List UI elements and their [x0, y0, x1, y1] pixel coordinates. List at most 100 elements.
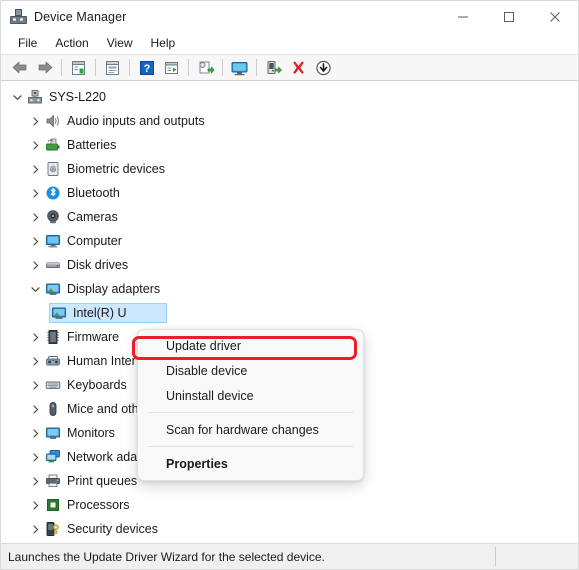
chevron-right-icon[interactable]	[27, 421, 43, 445]
tree-row[interactable]: Bluetooth	[1, 181, 578, 205]
tree-row-label: Firmware	[67, 330, 120, 344]
uninstall-device-icon[interactable]	[286, 56, 311, 79]
tree-row[interactable]: SYS-L220	[1, 85, 578, 109]
chevron-right-icon[interactable]	[27, 325, 43, 349]
tree-row-label: Disk drives	[67, 258, 129, 272]
chevron-right-icon[interactable]	[27, 445, 43, 469]
tree-row[interactable]: Batteries	[1, 133, 578, 157]
chevron-right-icon[interactable]	[27, 397, 43, 421]
fingerprint-icon	[43, 157, 63, 181]
context-menu-item-disable-device[interactable]: Disable device	[138, 358, 363, 383]
tree-row-label: Keyboards	[67, 378, 127, 392]
chevron-right-icon[interactable]	[27, 469, 43, 493]
title-bar: Device Manager	[1, 1, 578, 32]
chevron-right-icon[interactable]	[27, 253, 43, 277]
tree-row-label: Processors	[67, 498, 130, 512]
svg-text:?: ?	[143, 63, 150, 75]
chevron-right-icon[interactable]	[27, 373, 43, 397]
context-menu-item-label: Scan for hardware changes	[166, 422, 319, 437]
tree-row-label: Print queues	[67, 474, 138, 488]
toolbar: ?	[1, 54, 578, 81]
show-hide-console-tree-icon[interactable]	[66, 56, 91, 79]
camera-icon	[43, 205, 63, 229]
tree-row-label: SYS-L220	[49, 90, 106, 104]
status-bar: Launches the Update Driver Wizard for th…	[1, 543, 578, 569]
tree-row[interactable]: Biometric devices	[1, 157, 578, 181]
tree-row[interactable]: Computer	[1, 229, 578, 253]
back-arrow-icon[interactable]	[7, 56, 32, 79]
context-menu-item-properties[interactable]: Properties	[138, 451, 363, 476]
tree-row[interactable]: Processors	[1, 493, 578, 517]
tree-row[interactable]: Cameras	[1, 205, 578, 229]
context-menu-item-update-driver[interactable]: Update driver	[132, 333, 363, 360]
printer-icon	[43, 469, 63, 493]
chevron-down-icon[interactable]	[9, 85, 25, 109]
help-icon[interactable]: ?	[134, 56, 159, 79]
context-menu-item-label: Update driver	[166, 338, 242, 353]
processor-icon	[43, 493, 63, 517]
maximize-icon[interactable]	[486, 1, 532, 32]
chevron-right-icon[interactable]	[27, 229, 43, 253]
tree-row-label: Bluetooth	[67, 186, 120, 200]
scan-hardware-changes-icon[interactable]	[227, 56, 252, 79]
context-menu-separator	[148, 412, 353, 413]
tree-row[interactable]: Display adapters	[1, 277, 578, 301]
menu-bar: File Action View Help	[1, 32, 578, 54]
enable-device-icon[interactable]	[261, 56, 286, 79]
properties-icon[interactable]	[100, 56, 125, 79]
context-menu-separator	[148, 446, 353, 447]
tree-row[interactable]: Security devices	[1, 517, 578, 541]
menu-view[interactable]: View	[98, 34, 142, 53]
context-menu[interactable]: Update driver Disable device Uninstall d…	[132, 329, 364, 481]
context-menu-item-scan-for-hardware-changes[interactable]: Scan for hardware changes	[138, 417, 363, 442]
chevron-right-icon[interactable]	[27, 157, 43, 181]
display-adapter-icon	[49, 301, 69, 325]
mouse-icon	[43, 397, 63, 421]
chevron-down-icon[interactable]	[27, 277, 43, 301]
computer-root-icon	[25, 85, 45, 109]
status-bar-divider	[495, 547, 496, 566]
chevron-right-icon[interactable]	[27, 181, 43, 205]
chevron-right-icon[interactable]	[27, 205, 43, 229]
menu-action[interactable]: Action	[46, 34, 97, 53]
speaker-icon	[43, 109, 63, 133]
tree-row-label: Audio inputs and outputs	[67, 114, 205, 128]
tree-row-label: Cameras	[67, 210, 118, 224]
menu-help[interactable]: Help	[142, 34, 185, 53]
keyboard-icon	[43, 373, 63, 397]
toolbar-separator	[256, 59, 257, 76]
context-menu-item-label: Properties	[166, 456, 228, 471]
tree-row-label: Network ada	[67, 450, 138, 464]
toolbar-separator	[129, 59, 130, 76]
menu-file[interactable]: File	[9, 34, 46, 53]
chevron-right-icon[interactable]	[27, 349, 43, 373]
tree-row-label: Intel(R) U	[73, 306, 127, 320]
bluetooth-icon	[43, 181, 63, 205]
firmware-icon	[43, 325, 63, 349]
chevron-right-icon[interactable]	[27, 493, 43, 517]
disable-device-icon[interactable]	[311, 56, 336, 79]
device-tree[interactable]: SYS-L220 Audio inputs and outputs Batter…	[1, 81, 578, 543]
forward-arrow-icon[interactable]	[32, 56, 57, 79]
window-controls	[440, 1, 578, 32]
chevron-right-icon[interactable]	[27, 109, 43, 133]
minimize-icon[interactable]	[440, 1, 486, 32]
close-icon[interactable]	[532, 1, 578, 32]
window-title: Device Manager	[34, 9, 127, 24]
view-pane-icon[interactable]	[159, 56, 184, 79]
chevron-right-icon[interactable]	[27, 517, 43, 541]
monitor-icon	[43, 421, 63, 445]
tree-row[interactable]: Audio inputs and outputs	[1, 109, 578, 133]
update-driver-icon[interactable]	[193, 56, 218, 79]
tree-row-label: Human Inter	[67, 354, 136, 368]
tree-row-label: Biometric devices	[67, 162, 165, 176]
context-menu-item-label: Uninstall device	[166, 388, 254, 403]
tree-row-selected[interactable]: Intel(R) U	[1, 301, 578, 325]
context-menu-item-uninstall-device[interactable]: Uninstall device	[138, 383, 363, 408]
toolbar-separator	[222, 59, 223, 76]
tree-row-label: Mice and oth	[67, 402, 139, 416]
chevron-right-icon[interactable]	[27, 133, 43, 157]
tree-row[interactable]: Disk drives	[1, 253, 578, 277]
context-menu-item-label: Disable device	[166, 363, 248, 378]
battery-icon	[43, 133, 63, 157]
